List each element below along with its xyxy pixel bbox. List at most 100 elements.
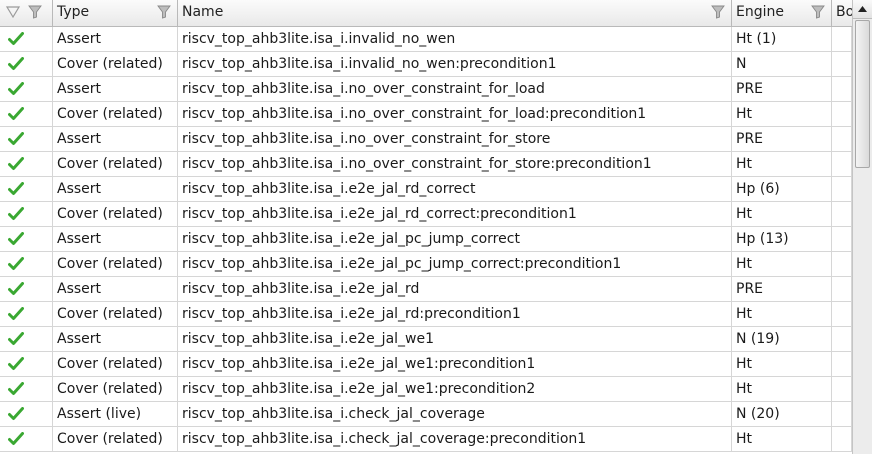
check-icon	[8, 432, 24, 445]
type-cell: Assert	[53, 127, 178, 151]
column-header-name[interactable]: Name	[178, 0, 732, 26]
name-cell: riscv_top_ahb3lite.isa_i.e2e_jal_rd:prec…	[178, 302, 732, 326]
type-cell: Cover (related)	[53, 152, 178, 176]
name-cell: riscv_top_ahb3lite.isa_i.e2e_jal_we1	[178, 327, 732, 351]
name-cell: riscv_top_ahb3lite.isa_i.no_over_constra…	[178, 152, 732, 176]
bounded-cell	[832, 277, 852, 301]
table-header: Type Name Engine Bo	[0, 0, 852, 27]
column-header-bounded[interactable]: Bo	[832, 0, 852, 26]
status-cell	[0, 77, 53, 101]
table-body: Assert riscv_top_ahb3lite.isa_i.invalid_n…	[0, 27, 852, 452]
bounded-cell	[832, 402, 852, 426]
status-cell	[0, 177, 53, 201]
filter-icon[interactable]	[711, 5, 725, 19]
status-cell	[0, 302, 53, 326]
name-cell: riscv_top_ahb3lite.isa_i.e2e_jal_pc_jump…	[178, 227, 732, 251]
status-cell	[0, 377, 53, 401]
engine-cell: N	[732, 52, 832, 76]
property-table: Type Name Engine Bo Assert riscv_top_ahb3…	[0, 0, 852, 454]
name-cell: riscv_top_ahb3lite.isa_i.e2e_jal_we1:pre…	[178, 377, 732, 401]
filter-icon[interactable]	[157, 5, 171, 19]
table-row[interactable]: Assert riscv_top_ahb3lite.isa_i.e2e_jal_p…	[0, 227, 852, 252]
table-row[interactable]: Cover (related) riscv_top_ahb3lite.isa_i.…	[0, 252, 852, 277]
check-icon	[8, 157, 24, 170]
name-cell: riscv_top_ahb3lite.isa_i.check_jal_cover…	[178, 427, 732, 451]
column-header-type[interactable]: Type	[53, 0, 178, 26]
table-row[interactable]: Assert riscv_top_ahb3lite.isa_i.no_over_c…	[0, 77, 852, 102]
bounded-cell	[832, 427, 852, 451]
table-row[interactable]: Cover (related) riscv_top_ahb3lite.isa_i.…	[0, 152, 852, 177]
arrow-up-icon	[858, 6, 867, 12]
column-header-engine[interactable]: Engine	[732, 0, 832, 26]
engine-cell: Ht	[732, 202, 832, 226]
check-icon	[8, 32, 24, 45]
type-cell: Assert (live)	[53, 402, 178, 426]
table-row[interactable]: Assert riscv_top_ahb3lite.isa_i.e2e_jal_w…	[0, 327, 852, 352]
column-header-status[interactable]	[0, 0, 53, 26]
check-icon	[8, 407, 24, 420]
status-cell	[0, 152, 53, 176]
table-row[interactable]: Assert riscv_top_ahb3lite.isa_i.no_over_c…	[0, 127, 852, 152]
check-icon	[8, 382, 24, 395]
type-cell: Cover (related)	[53, 102, 178, 126]
engine-cell: Ht	[732, 377, 832, 401]
filter-icon[interactable]	[811, 5, 825, 19]
table-row[interactable]: Assert riscv_top_ahb3lite.isa_i.invalid_n…	[0, 27, 852, 52]
name-cell: riscv_top_ahb3lite.isa_i.invalid_no_wen	[178, 27, 732, 51]
engine-cell: Ht (1)	[732, 27, 832, 51]
table-row[interactable]: Cover (related) riscv_top_ahb3lite.isa_i.…	[0, 302, 852, 327]
type-cell: Cover (related)	[53, 352, 178, 376]
table-row[interactable]: Cover (related) riscv_top_ahb3lite.isa_i.…	[0, 377, 852, 402]
engine-cell: Ht	[732, 252, 832, 276]
status-cell	[0, 252, 53, 276]
engine-cell: PRE	[732, 77, 832, 101]
type-cell: Assert	[53, 327, 178, 351]
status-cell	[0, 102, 53, 126]
column-label-name: Name	[182, 4, 224, 20]
bounded-cell	[832, 177, 852, 201]
type-cell: Assert	[53, 277, 178, 301]
bounded-cell	[832, 202, 852, 226]
bounded-cell	[832, 302, 852, 326]
status-cell	[0, 227, 53, 251]
bounded-cell	[832, 152, 852, 176]
table-row[interactable]: Assert (live) riscv_top_ahb3lite.isa_i.ch…	[0, 402, 852, 427]
engine-cell: N (19)	[732, 327, 832, 351]
table-row[interactable]: Cover (related) riscv_top_ahb3lite.isa_i.…	[0, 352, 852, 377]
name-cell: riscv_top_ahb3lite.isa_i.e2e_jal_rd_corr…	[178, 177, 732, 201]
bounded-cell	[832, 102, 852, 126]
table-row[interactable]: Cover (related) riscv_top_ahb3lite.isa_i.…	[0, 52, 852, 77]
vertical-scrollbar[interactable]	[852, 0, 872, 454]
scroll-up-button[interactable]	[853, 0, 872, 19]
check-icon	[8, 307, 24, 320]
bounded-cell	[832, 227, 852, 251]
check-icon	[8, 232, 24, 245]
check-icon	[8, 107, 24, 120]
engine-cell: Ht	[732, 102, 832, 126]
check-icon	[8, 182, 24, 195]
table-row[interactable]: Assert riscv_top_ahb3lite.isa_i.e2e_jal_r…	[0, 277, 852, 302]
check-icon	[8, 332, 24, 345]
check-icon	[8, 57, 24, 70]
type-cell: Assert	[53, 227, 178, 251]
engine-cell: PRE	[732, 127, 832, 151]
check-icon	[8, 82, 24, 95]
type-cell: Cover (related)	[53, 202, 178, 226]
table-row[interactable]: Assert riscv_top_ahb3lite.isa_i.e2e_jal_r…	[0, 177, 852, 202]
engine-cell: Ht	[732, 352, 832, 376]
status-cell	[0, 402, 53, 426]
type-cell: Cover (related)	[53, 377, 178, 401]
scroll-thumb[interactable]	[855, 20, 870, 168]
status-cell	[0, 27, 53, 51]
sort-triangle-icon[interactable]	[6, 5, 20, 19]
name-cell: riscv_top_ahb3lite.isa_i.e2e_jal_pc_jump…	[178, 252, 732, 276]
column-label-engine: Engine	[736, 4, 784, 20]
table-row[interactable]: Cover (related) riscv_top_ahb3lite.isa_i.…	[0, 427, 852, 452]
check-icon	[8, 357, 24, 370]
name-cell: riscv_top_ahb3lite.isa_i.e2e_jal_rd	[178, 277, 732, 301]
status-cell	[0, 202, 53, 226]
filter-icon[interactable]	[28, 5, 42, 19]
type-cell: Cover (related)	[53, 302, 178, 326]
table-row[interactable]: Cover (related) riscv_top_ahb3lite.isa_i.…	[0, 202, 852, 227]
table-row[interactable]: Cover (related) riscv_top_ahb3lite.isa_i.…	[0, 102, 852, 127]
